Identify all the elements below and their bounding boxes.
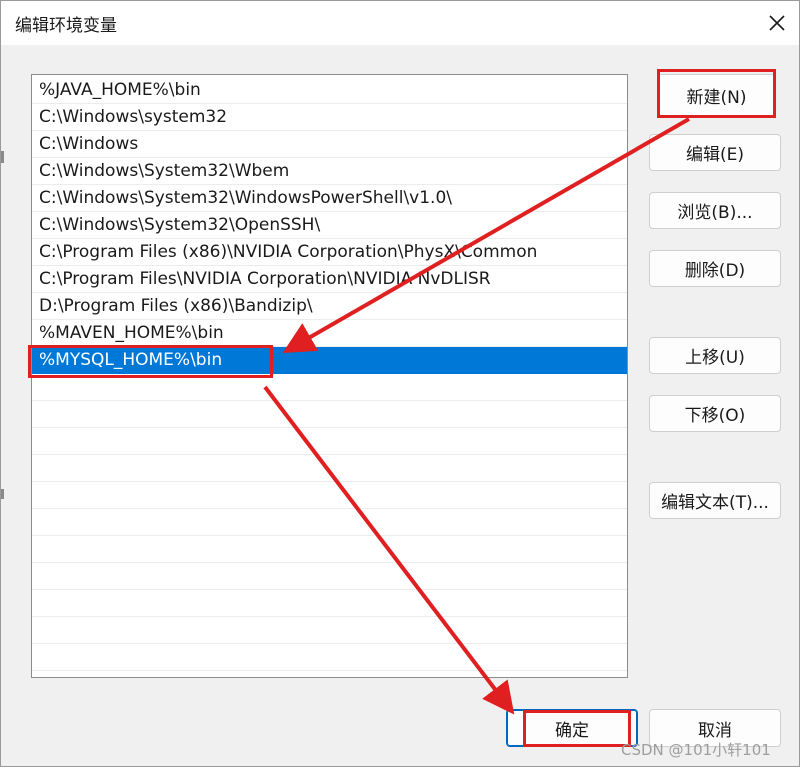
empty-list-row bbox=[32, 374, 627, 401]
empty-list-row bbox=[32, 455, 627, 482]
ok-button[interactable]: 确定 bbox=[506, 709, 638, 747]
move-up-button[interactable]: 上移(U) bbox=[649, 337, 781, 374]
edge-mark bbox=[1, 151, 4, 163]
edit-button[interactable]: 编辑(E) bbox=[649, 134, 781, 171]
empty-list-row bbox=[32, 536, 627, 563]
new-button[interactable]: 新建(N) bbox=[657, 74, 776, 117]
empty-list-row bbox=[32, 482, 627, 509]
delete-button[interactable]: 删除(D) bbox=[649, 250, 781, 287]
edge-mark bbox=[1, 489, 4, 499]
path-list-item[interactable]: %MYSQL_HOME%\bin bbox=[32, 347, 627, 374]
move-down-button[interactable]: 下移(O) bbox=[649, 395, 781, 432]
path-list-item[interactable]: C:\Windows bbox=[32, 131, 627, 158]
path-list-item[interactable]: %MAVEN_HOME%\bin bbox=[32, 320, 627, 347]
path-list-item[interactable]: C:\Program Files (x86)\NVIDIA Corporatio… bbox=[32, 239, 627, 266]
empty-list-row bbox=[32, 590, 627, 617]
edit-text-button[interactable]: 编辑文本(T)... bbox=[649, 482, 781, 519]
watermark: CSDN @101小轩101 bbox=[621, 741, 771, 759]
empty-list-row bbox=[32, 563, 627, 590]
path-list-item[interactable]: C:\Windows\System32\OpenSSH\ bbox=[32, 212, 627, 239]
path-list-item[interactable]: D:\Program Files (x86)\Bandizip\ bbox=[32, 293, 627, 320]
close-button[interactable] bbox=[756, 3, 798, 43]
empty-list-row bbox=[32, 509, 627, 536]
path-list-item[interactable]: C:\Program Files\NVIDIA Corporation\NVID… bbox=[32, 266, 627, 293]
path-list-item[interactable]: %JAVA_HOME%\bin bbox=[32, 77, 627, 104]
title-bar: 编辑环境变量 bbox=[1, 1, 799, 45]
browse-button[interactable]: 浏览(B)... bbox=[649, 192, 781, 229]
close-icon bbox=[769, 15, 785, 31]
dialog-title: 编辑环境变量 bbox=[15, 16, 117, 36]
path-list[interactable]: %JAVA_HOME%\bin C:\Windows\system32 C:\Win… bbox=[31, 74, 628, 678]
edit-env-variable-dialog: 编辑环境变量 %JAVA_HOME%\bin C:\Windows\system3… bbox=[0, 0, 800, 767]
empty-list-row bbox=[32, 401, 627, 428]
empty-list-row bbox=[32, 617, 627, 644]
path-list-item[interactable]: C:\Windows\system32 bbox=[32, 104, 627, 131]
empty-list-row bbox=[32, 428, 627, 455]
empty-list-row bbox=[32, 644, 627, 671]
path-list-item[interactable]: C:\Windows\System32\WindowsPowerShell\v1… bbox=[32, 185, 627, 212]
path-list-item[interactable]: C:\Windows\System32\Wbem bbox=[32, 158, 627, 185]
